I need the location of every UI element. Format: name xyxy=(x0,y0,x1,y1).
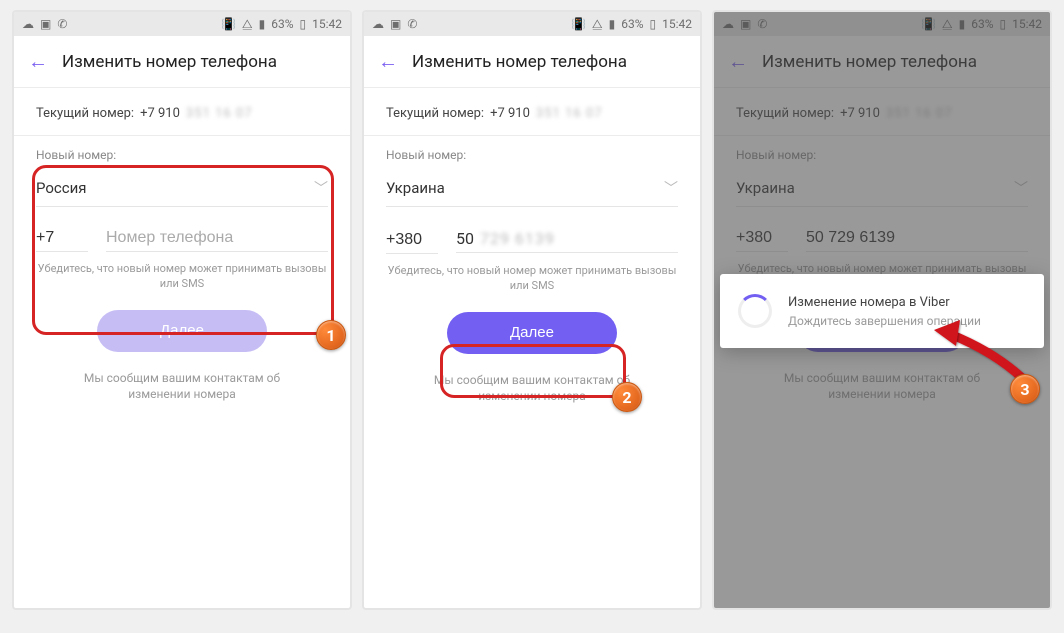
dialog-title: Изменение номера в Viber xyxy=(788,295,981,310)
annotation-badge-1: 1 xyxy=(316,320,346,350)
battery-icon: ▯ xyxy=(650,17,657,31)
statusbar: ☁ ▣ ✆ 📳 ⧋ ▮ 63% ▯ 15:42 xyxy=(364,12,700,36)
clock: 15:42 xyxy=(312,17,342,31)
new-number-hint: Убедитесь, что новый номер может принима… xyxy=(386,264,678,294)
phone-screen-3: ☁ ▣ ✆ 📳 ⧋ ▮ 63% ▯ 15:42 ← Изменить номер… xyxy=(712,10,1052,610)
current-number-label: Текущий номер: xyxy=(36,106,134,121)
wifi-icon: ⧋ xyxy=(592,17,603,32)
page-title: Изменить номер телефона xyxy=(62,52,277,72)
next-button[interactable]: Далее xyxy=(97,310,267,352)
country-code-input[interactable] xyxy=(386,227,438,254)
country-select-value: Украина xyxy=(386,179,445,197)
vibrate-icon: 📳 xyxy=(571,17,586,31)
back-arrow-icon[interactable]: ← xyxy=(378,49,398,74)
current-number-prefix: +7 910 xyxy=(140,106,180,121)
annotation-badge-2: 2 xyxy=(612,382,642,412)
divider xyxy=(364,135,700,136)
country-select[interactable]: Россия ﹀ xyxy=(36,172,328,207)
country-select[interactable]: Украина ﹀ xyxy=(386,172,678,207)
current-number-masked: 351 16 07 xyxy=(186,106,253,121)
phone-number-input[interactable] xyxy=(106,225,328,252)
wifi-icon: ⧋ xyxy=(242,17,253,32)
next-button[interactable]: Далее xyxy=(447,312,617,354)
new-number-label: Новый номер: xyxy=(386,148,678,162)
vibrate-icon: 📳 xyxy=(221,17,236,31)
current-number-prefix: +7 910 xyxy=(490,106,530,121)
titlebar: ← Изменить номер телефона xyxy=(364,36,700,88)
signal-icon: ▮ xyxy=(609,17,616,31)
divider xyxy=(14,135,350,136)
battery-icon: ▯ xyxy=(300,17,307,31)
progress-dialog: Изменение номера в Viber Дождитесь завер… xyxy=(720,274,1044,348)
viber-icon: ✆ xyxy=(407,17,417,31)
current-number-label: Текущий номер: xyxy=(386,106,484,121)
annotation-badge-3: 3 xyxy=(1010,374,1040,404)
cloud-icon: ☁ xyxy=(372,17,384,31)
phone-number-input[interactable]: 50 729 6139 xyxy=(456,225,678,253)
dialog-subtitle: Дождитесь завершения операции xyxy=(788,314,981,328)
viber-icon: ✆ xyxy=(57,17,67,31)
country-code-input[interactable] xyxy=(36,225,88,252)
new-number-label: Новый номер: xyxy=(36,148,328,162)
screenshot-icon: ▣ xyxy=(40,17,51,31)
chevron-down-icon: ﹀ xyxy=(314,178,328,198)
chevron-down-icon: ﹀ xyxy=(664,178,678,198)
footer-note: Мы сообщим вашим контактам об изменении … xyxy=(36,370,328,404)
screenshot-icon: ▣ xyxy=(390,17,401,31)
new-number-hint: Убедитесь, что новый номер может принима… xyxy=(36,262,328,292)
spinner-icon xyxy=(738,294,772,328)
statusbar: ☁ ▣ ✆ 📳 ⧋ ▮ 63% ▯ 15:42 xyxy=(14,12,350,36)
current-number-row: Текущий номер: +7 910 351 16 07 xyxy=(36,106,328,121)
cloud-icon: ☁ xyxy=(22,17,34,31)
battery-text: 63% xyxy=(621,17,643,31)
current-number-masked: 351 16 07 xyxy=(536,106,603,121)
country-select-value: Россия xyxy=(36,179,87,197)
titlebar: ← Изменить номер телефона xyxy=(14,36,350,88)
signal-icon: ▮ xyxy=(259,17,266,31)
page-title: Изменить номер телефона xyxy=(412,52,627,72)
battery-text: 63% xyxy=(271,17,293,31)
back-arrow-icon[interactable]: ← xyxy=(28,49,48,74)
current-number-row: Текущий номер: +7 910 351 16 07 xyxy=(386,106,678,121)
phone-screen-2: ☁ ▣ ✆ 📳 ⧋ ▮ 63% ▯ 15:42 ← Изменить номер… xyxy=(362,10,702,610)
phone-screen-1: ☁ ▣ ✆ 📳 ⧋ ▮ 63% ▯ 15:42 ← Изменить номер… xyxy=(12,10,352,610)
clock: 15:42 xyxy=(662,17,692,31)
